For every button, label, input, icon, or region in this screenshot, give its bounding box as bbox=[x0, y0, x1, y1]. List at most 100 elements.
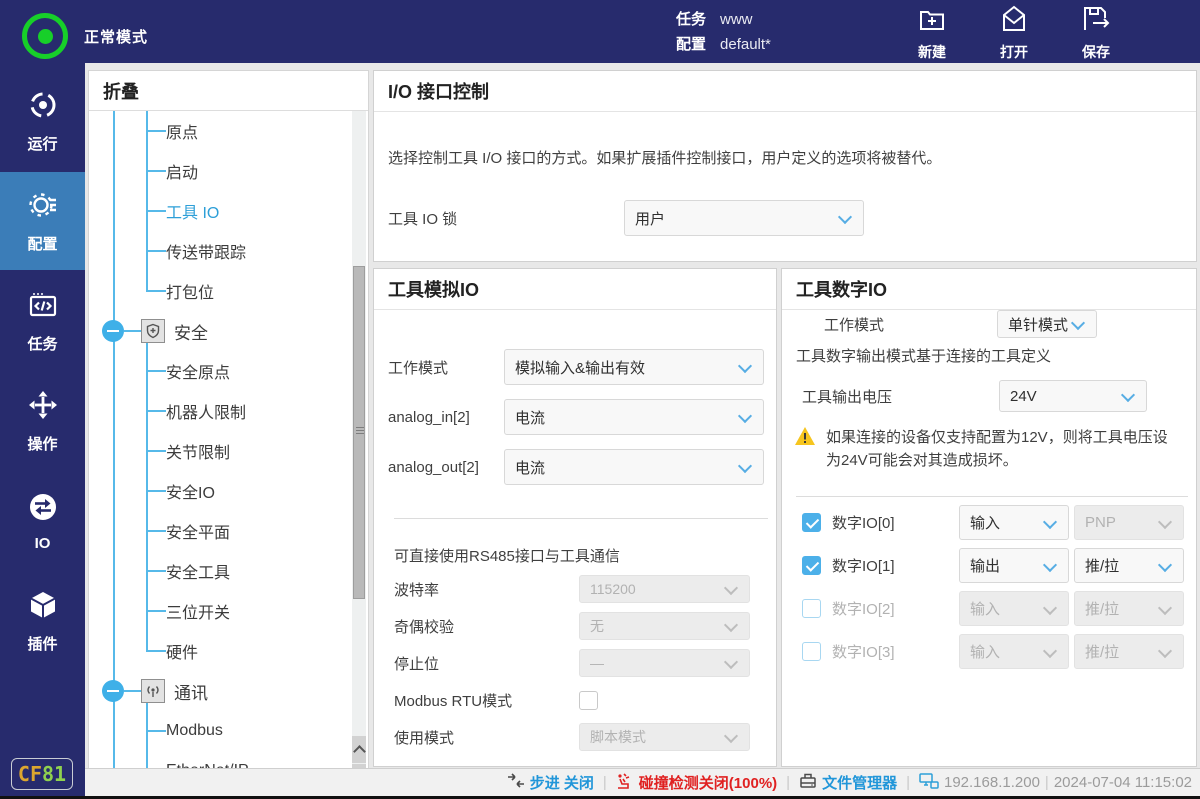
digital-io-note: 工具数字输出模式基于连接的工具定义 bbox=[796, 345, 1196, 366]
chevron-down-icon bbox=[1043, 514, 1057, 528]
warning-text: 如果连接的设备仅支持配置为12V，则将工具电压设为24V可能会对其造成损坏。 bbox=[826, 426, 1178, 472]
sidebar-item-run[interactable]: 运行 bbox=[0, 72, 85, 170]
chevron-down-icon bbox=[738, 409, 752, 423]
tree-item-home[interactable]: 原点 bbox=[89, 111, 368, 151]
sidebar-item-io[interactable]: IO bbox=[0, 472, 85, 570]
digital-io-row-0: 数字IO[0] 输入 PNP bbox=[802, 505, 1176, 540]
file-manager-button[interactable]: 文件管理器 bbox=[799, 772, 897, 794]
tree-item-safety-tool[interactable]: 安全工具 bbox=[89, 551, 368, 591]
baud-rate-select[interactable]: 115200 bbox=[579, 575, 750, 603]
digital-io-2-direction-select[interactable]: 输入 bbox=[959, 591, 1069, 626]
tool-output-voltage-select[interactable]: 24V bbox=[999, 380, 1147, 412]
task-label: 任务 bbox=[676, 7, 706, 32]
digital-io-1-checkbox[interactable] bbox=[802, 556, 821, 575]
chevron-down-icon bbox=[1121, 388, 1135, 402]
tree-item-hardware[interactable]: 硬件 bbox=[89, 631, 368, 671]
code-window-icon bbox=[27, 289, 59, 326]
sidebar-item-label: IO bbox=[35, 535, 51, 552]
tree-item-safety[interactable]: 安全 bbox=[89, 311, 368, 351]
open-button[interactable]: 打开 bbox=[988, 4, 1040, 62]
tree-item-safety-home[interactable]: 安全原点 bbox=[89, 351, 368, 391]
analog-in-select[interactable]: 电流 bbox=[504, 399, 764, 435]
tree-item-modbus[interactable]: Modbus bbox=[89, 711, 368, 751]
sidebar-item-plugin[interactable]: 插件 bbox=[0, 572, 85, 670]
chevron-down-icon bbox=[738, 459, 752, 473]
antenna-icon bbox=[141, 679, 165, 703]
digital-io-2-type-select[interactable]: 推/拉 bbox=[1074, 591, 1184, 626]
tree-item-robot-limits[interactable]: 机器人限制 bbox=[89, 391, 368, 431]
io-interface-control-panel: I/O 接口控制 选择控制工具 I/O 接口的方式。如果扩展插件控制接口，用户定… bbox=[373, 70, 1197, 262]
open-button-label: 打开 bbox=[1000, 42, 1028, 62]
chevron-down-icon bbox=[724, 729, 738, 743]
collision-detection-status[interactable]: 碰撞检测关闭(100%) bbox=[616, 772, 777, 794]
tree-item-packing[interactable]: 打包位 bbox=[89, 271, 368, 311]
sidebar-item-label: 操作 bbox=[27, 433, 57, 454]
tree-collapse-header[interactable]: 折叠 bbox=[89, 71, 368, 111]
digital-io-3-direction-select[interactable]: 输入 bbox=[959, 634, 1069, 669]
task-value: www bbox=[720, 7, 753, 32]
analog-out-select[interactable]: 电流 bbox=[504, 449, 764, 485]
digital-io-1-direction-select[interactable]: 输出 bbox=[959, 548, 1069, 583]
usage-mode-select[interactable]: 脚本模式 bbox=[579, 723, 750, 751]
chevron-down-icon bbox=[838, 210, 852, 224]
digital-io-0-checkbox[interactable] bbox=[802, 513, 821, 532]
scrollbar-thumb[interactable] bbox=[353, 266, 365, 599]
collapse-minus-icon[interactable] bbox=[102, 320, 124, 342]
status-ring-icon bbox=[22, 13, 68, 59]
chevron-down-icon bbox=[1071, 316, 1085, 330]
panel-title: 工具数字IO bbox=[782, 269, 1196, 310]
task-config-meta: 任务 www 配置 default* bbox=[676, 7, 771, 57]
sidebar-item-operate[interactable]: 操作 bbox=[0, 372, 85, 470]
digital-io-1-type-select[interactable]: 推/拉 bbox=[1074, 548, 1184, 583]
chevron-down-icon bbox=[724, 618, 738, 632]
tree-item-tool-io[interactable]: 工具 IO bbox=[89, 191, 368, 231]
sidebar-item-config[interactable]: 配置 bbox=[0, 172, 85, 270]
digital-work-mode-select[interactable]: 单针模式 bbox=[997, 310, 1097, 338]
digital-io-3-type-select[interactable]: 推/拉 bbox=[1074, 634, 1184, 669]
config-label: 配置 bbox=[676, 32, 706, 57]
digital-io-row-2: 数字IO[2] 输入 推/拉 bbox=[802, 591, 1176, 626]
tree-item-conveyor[interactable]: 传送带跟踪 bbox=[89, 231, 368, 271]
new-button[interactable]: 新建 bbox=[906, 4, 958, 62]
save-icon bbox=[1081, 4, 1111, 39]
new-file-icon bbox=[917, 4, 947, 39]
config-tree-panel: 折叠 原点 启动 工具 IO 传送带跟踪 打包位 安全 bbox=[88, 70, 369, 790]
status-bar: 步进 关闭 | 碰撞检测关闭(100%) | bbox=[85, 768, 1200, 796]
collision-icon bbox=[616, 772, 634, 794]
analog-work-mode-select[interactable]: 模拟输入&输出有效 bbox=[504, 349, 764, 385]
open-icon bbox=[999, 4, 1029, 39]
step-mode-status[interactable]: 步进 关闭 bbox=[507, 772, 594, 793]
tree-item-startup[interactable]: 启动 bbox=[89, 151, 368, 191]
controller-badge: CF81 bbox=[11, 758, 73, 790]
stop-bits-select[interactable]: — bbox=[579, 649, 750, 677]
tree-item-communication[interactable]: 通讯 bbox=[89, 671, 368, 711]
tree-item-joint-limits[interactable]: 关节限制 bbox=[89, 431, 368, 471]
chevron-down-icon bbox=[738, 359, 752, 373]
collapse-minus-icon[interactable] bbox=[102, 680, 124, 702]
tree-body: 原点 启动 工具 IO 传送带跟踪 打包位 安全 安全原点 机器人限制 关节限制… bbox=[89, 111, 368, 790]
tool-io-lock-select[interactable]: 用户 bbox=[624, 200, 864, 236]
parity-select[interactable]: 无 bbox=[579, 612, 750, 640]
sidebar-item-task[interactable]: 任务 bbox=[0, 272, 85, 370]
tree-item-safety-io[interactable]: 安全IO bbox=[89, 471, 368, 511]
chevron-down-icon bbox=[1043, 600, 1057, 614]
save-button[interactable]: 保存 bbox=[1070, 4, 1122, 62]
sidebar-item-label: 运行 bbox=[27, 133, 57, 154]
tree-item-three-position-switch[interactable]: 三位开关 bbox=[89, 591, 368, 631]
file-manager-icon bbox=[799, 772, 817, 794]
digital-io-3-checkbox[interactable] bbox=[802, 642, 821, 661]
rs485-note: 可直接使用RS485接口与工具通信 bbox=[394, 545, 776, 566]
chevron-down-icon bbox=[724, 655, 738, 669]
tree-item-safety-planes[interactable]: 安全平面 bbox=[89, 511, 368, 551]
digital-io-0-direction-select[interactable]: 输入 bbox=[959, 505, 1069, 540]
digital-io-2-checkbox[interactable] bbox=[802, 599, 821, 618]
chevron-down-icon bbox=[1158, 557, 1172, 571]
scroll-up-button[interactable] bbox=[352, 736, 366, 763]
tree-scrollbar[interactable] bbox=[352, 111, 366, 790]
modbus-rtu-checkbox[interactable] bbox=[579, 691, 598, 710]
new-button-label: 新建 bbox=[918, 42, 946, 62]
datetime: 2024-07-04 11:15:02 bbox=[1054, 774, 1192, 791]
digital-io-0-type-select[interactable]: PNP bbox=[1074, 505, 1184, 540]
target-icon bbox=[27, 89, 59, 126]
gear-icon bbox=[27, 189, 59, 226]
